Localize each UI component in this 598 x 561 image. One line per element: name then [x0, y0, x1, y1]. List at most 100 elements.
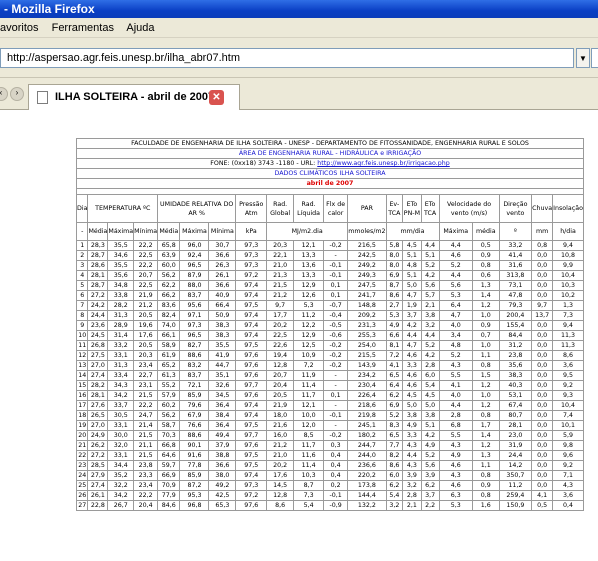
table-cell: 22,2 — [133, 490, 159, 501]
table-cell: 21,6 — [266, 420, 295, 431]
url-bar[interactable]: http://aspersao.agr.feis.unesp.br/ilha_a… — [0, 48, 574, 68]
table-cell: 26,1 — [87, 490, 109, 501]
table-cell: 28,3 — [87, 240, 109, 251]
table-cell: 5,4 — [385, 490, 404, 501]
table-cell: 21,2 — [133, 300, 159, 311]
table-cell: 26,2 — [87, 440, 109, 451]
table-cell: 31,6 — [498, 260, 533, 271]
table-cell: 0,0 — [531, 330, 554, 341]
table-cell: 28,2 — [87, 380, 109, 391]
table-cell: -0,2 — [322, 350, 349, 361]
table-cell: 0,2 — [322, 480, 349, 491]
table-cell: 34,2 — [107, 490, 135, 501]
phone-text: FONE: (0xx18) 3743 -1180 - URL: — [210, 160, 318, 167]
table-cell: 33,4 — [107, 370, 135, 381]
table-cell: 9,4 — [552, 240, 584, 251]
table-cell: 33,2 — [498, 240, 533, 251]
table-cell: 0,8 — [471, 410, 500, 421]
table-cell: 20,5 — [133, 310, 159, 321]
table-cell: 4,4 — [402, 450, 422, 461]
table-cell: 22,8 — [87, 500, 109, 511]
table-cell: 0,4 — [322, 460, 349, 471]
table-cell: 20,3 — [266, 240, 295, 251]
table-cell: 10,0 — [293, 410, 324, 421]
go-button[interactable] — [591, 48, 598, 68]
table-cell: 6,5 — [385, 430, 404, 441]
table-cell: 0,4 — [322, 450, 349, 461]
table-cell: 34,4 — [107, 460, 135, 471]
table-cell: 97,4 — [235, 470, 268, 481]
table-cell: 4,7 — [438, 310, 473, 321]
close-icon[interactable]: ✕ — [209, 90, 224, 105]
table-cell: 255,3 — [347, 330, 387, 341]
table-cell: 9,2 — [552, 460, 584, 471]
table-cell: 35,6 — [107, 270, 135, 281]
scroll-tabs-left-icon[interactable]: ‹ — [0, 87, 8, 101]
table-cell: 11,7 — [293, 440, 324, 451]
table-cell: 36,4 — [208, 400, 237, 411]
table-cell: 32,0 — [107, 440, 135, 451]
table-cell: 70,9 — [157, 480, 181, 491]
table-cell: 97,4 — [235, 400, 268, 411]
table-cell: 8,6 — [385, 290, 404, 301]
unit-ur-media: Média — [157, 222, 181, 241]
table-cell: 56,2 — [157, 410, 181, 421]
table-cell: 27,2 — [87, 450, 109, 461]
table-cell: 97,3 — [179, 320, 210, 331]
table-cell: 85,9 — [179, 390, 210, 401]
table-cell: 11,3 — [552, 340, 584, 351]
table-cell: 4,3 — [438, 440, 473, 451]
table-cell: 35,5 — [208, 340, 237, 351]
table-cell: 23,4 — [133, 480, 159, 491]
menu-item-favoritos[interactable]: avoritos — [0, 22, 39, 34]
table-cell: 4,9 — [385, 320, 404, 331]
table-cell: 24,4 — [498, 450, 533, 461]
table-row: 25 27,4 32,2 23,4 70,9 87,2 49,2 97,3 14,5 8,7 0,2… — [75, 480, 584, 491]
table-cell: 19,4 — [266, 350, 295, 361]
url-dropdown-button[interactable]: ▼ — [576, 48, 590, 68]
window-title: - Mozilla Firefox — [0, 0, 598, 18]
table-cell: 21,5 — [133, 450, 159, 461]
table-cell: 97,6 — [235, 500, 268, 511]
table-cell: 97,3 — [235, 480, 268, 491]
table-cell: -0,2 — [322, 360, 349, 371]
table-row: 27 22,8 26,7 20,4 84,6 96,8 65,3 97,6 8,6 5,4 -0,9… — [75, 500, 584, 511]
tab-ilha-solteira[interactable]: ILHA SOLTEIRA - abril de 2007 ✕ — [28, 84, 240, 110]
irrigacao-link[interactable]: http://www.agr.feis.unesp.br/irrigacao.p… — [317, 160, 449, 167]
list-tabs-icon[interactable]: › — [10, 87, 24, 101]
col-direcao: Direção vento — [498, 194, 533, 223]
table-cell: 14,2 — [498, 460, 533, 471]
table-cell: 10,1 — [552, 420, 584, 431]
table-cell: 58,7 — [157, 420, 181, 431]
table-cell: 9,2 — [552, 380, 584, 391]
table-cell: 2,1 — [402, 500, 422, 511]
table-cell: 63,9 — [157, 250, 181, 261]
table-cell: 26,3 — [208, 260, 237, 271]
table-cell: 1,2 — [471, 400, 500, 411]
chevron-down-icon: ▼ — [579, 54, 587, 63]
table-cell: 77,8 — [179, 460, 210, 471]
table-cell: 97,5 — [235, 300, 268, 311]
menu-item-ajuda[interactable]: Ajuda — [126, 22, 154, 34]
col-flx-calor: Flx de calor — [322, 194, 349, 223]
table-cell: 9 — [75, 320, 89, 331]
table-cell: 11,3 — [552, 330, 584, 341]
table-cell: 4,9 — [438, 450, 473, 461]
table-cell: 5,1 — [402, 270, 422, 281]
table-cell: 6,2 — [420, 480, 440, 491]
menu-item-ferramentas[interactable]: Ferramentas — [52, 22, 114, 34]
table-cell: 144,4 — [347, 490, 387, 501]
table-cell: 12,5 — [293, 340, 324, 351]
table-cell: 0,0 — [531, 470, 554, 481]
table-cell: 4,1 — [531, 490, 554, 501]
table-cell: 21,3 — [266, 270, 295, 281]
table-cell: 247,5 — [347, 280, 387, 291]
table-cell: 40,9 — [208, 290, 237, 301]
table-cell: -0,4 — [322, 310, 349, 321]
table-cell: 41,9 — [208, 350, 237, 361]
table-cell: 10,2 — [552, 290, 584, 301]
table-cell: 4 — [75, 270, 89, 281]
unit-temp-media: Média — [87, 222, 109, 241]
table-cell: 173,8 — [347, 480, 387, 491]
table-cell: 216,5 — [347, 240, 387, 251]
